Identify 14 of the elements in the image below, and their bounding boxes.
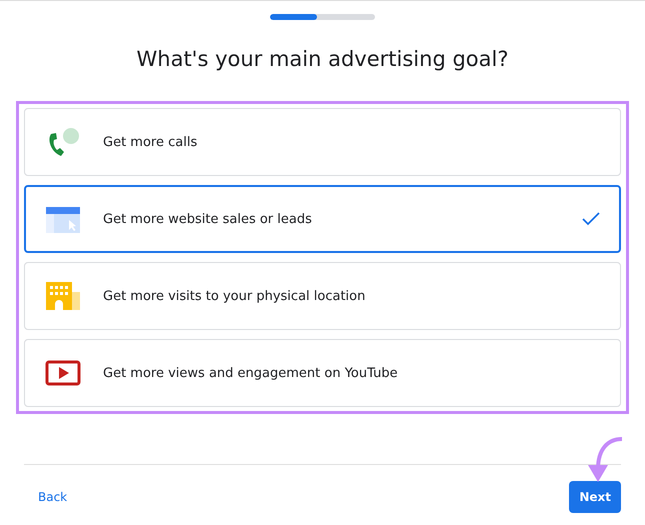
back-button[interactable]: Back (24, 482, 82, 512)
building-icon (45, 280, 81, 312)
option-label: Get more views and engagement on YouTube (103, 366, 399, 380)
checkmark-icon (582, 212, 600, 226)
option-label: Get more website sales or leads (103, 212, 313, 226)
next-button[interactable]: Next (569, 481, 621, 513)
goal-option[interactable]: Get more visits to your physical location (24, 262, 621, 330)
option-label: Get more visits to your physical location (103, 288, 366, 304)
goal-option[interactable]: Get more website sales or leads (24, 185, 621, 253)
annotation-arrow (588, 437, 622, 482)
goal-option[interactable]: Get more calls (24, 108, 621, 176)
page-title: What's your main advertising goal? (136, 47, 508, 71)
goal-option[interactable]: Get more views and engagement on YouTube (24, 339, 621, 407)
option-label: Get more calls (103, 134, 198, 150)
